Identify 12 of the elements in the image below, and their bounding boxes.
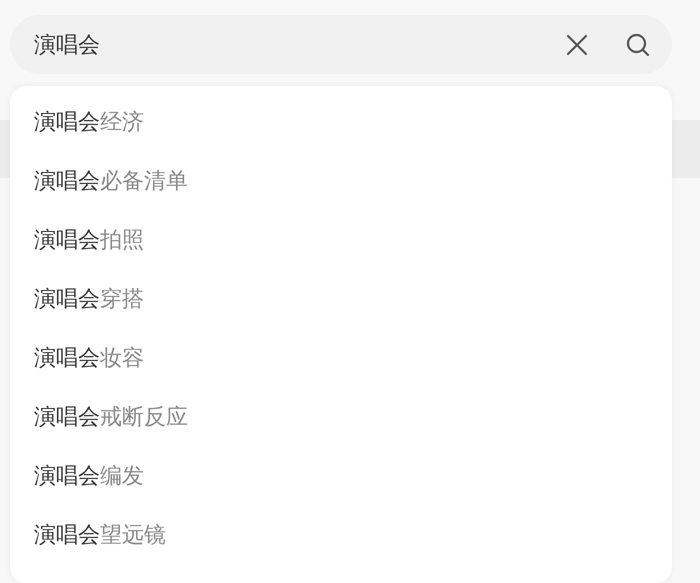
suggestion-item[interactable]: 演唱会必备清单 [10, 151, 188, 210]
clear-icon[interactable] [566, 34, 588, 56]
suggestion-item[interactable]: 演唱会拍照 [10, 210, 144, 269]
search-input[interactable]: 演唱会 [34, 32, 528, 57]
suggestion-item[interactable]: 演唱会望远镜 [10, 505, 166, 564]
suggestion-item[interactable]: 演唱会穿搭 [10, 269, 144, 328]
suggestion-item[interactable]: 演唱会经济 [10, 92, 144, 151]
suggestion-item[interactable]: 演唱会编发 [10, 446, 144, 505]
search-icon[interactable] [626, 32, 650, 56]
suggestion-item[interactable]: 演唱会妆容 [10, 328, 144, 387]
search-field[interactable]: 演唱会 [10, 15, 672, 74]
suggestion-item[interactable]: 演唱会戒断反应 [10, 387, 188, 446]
